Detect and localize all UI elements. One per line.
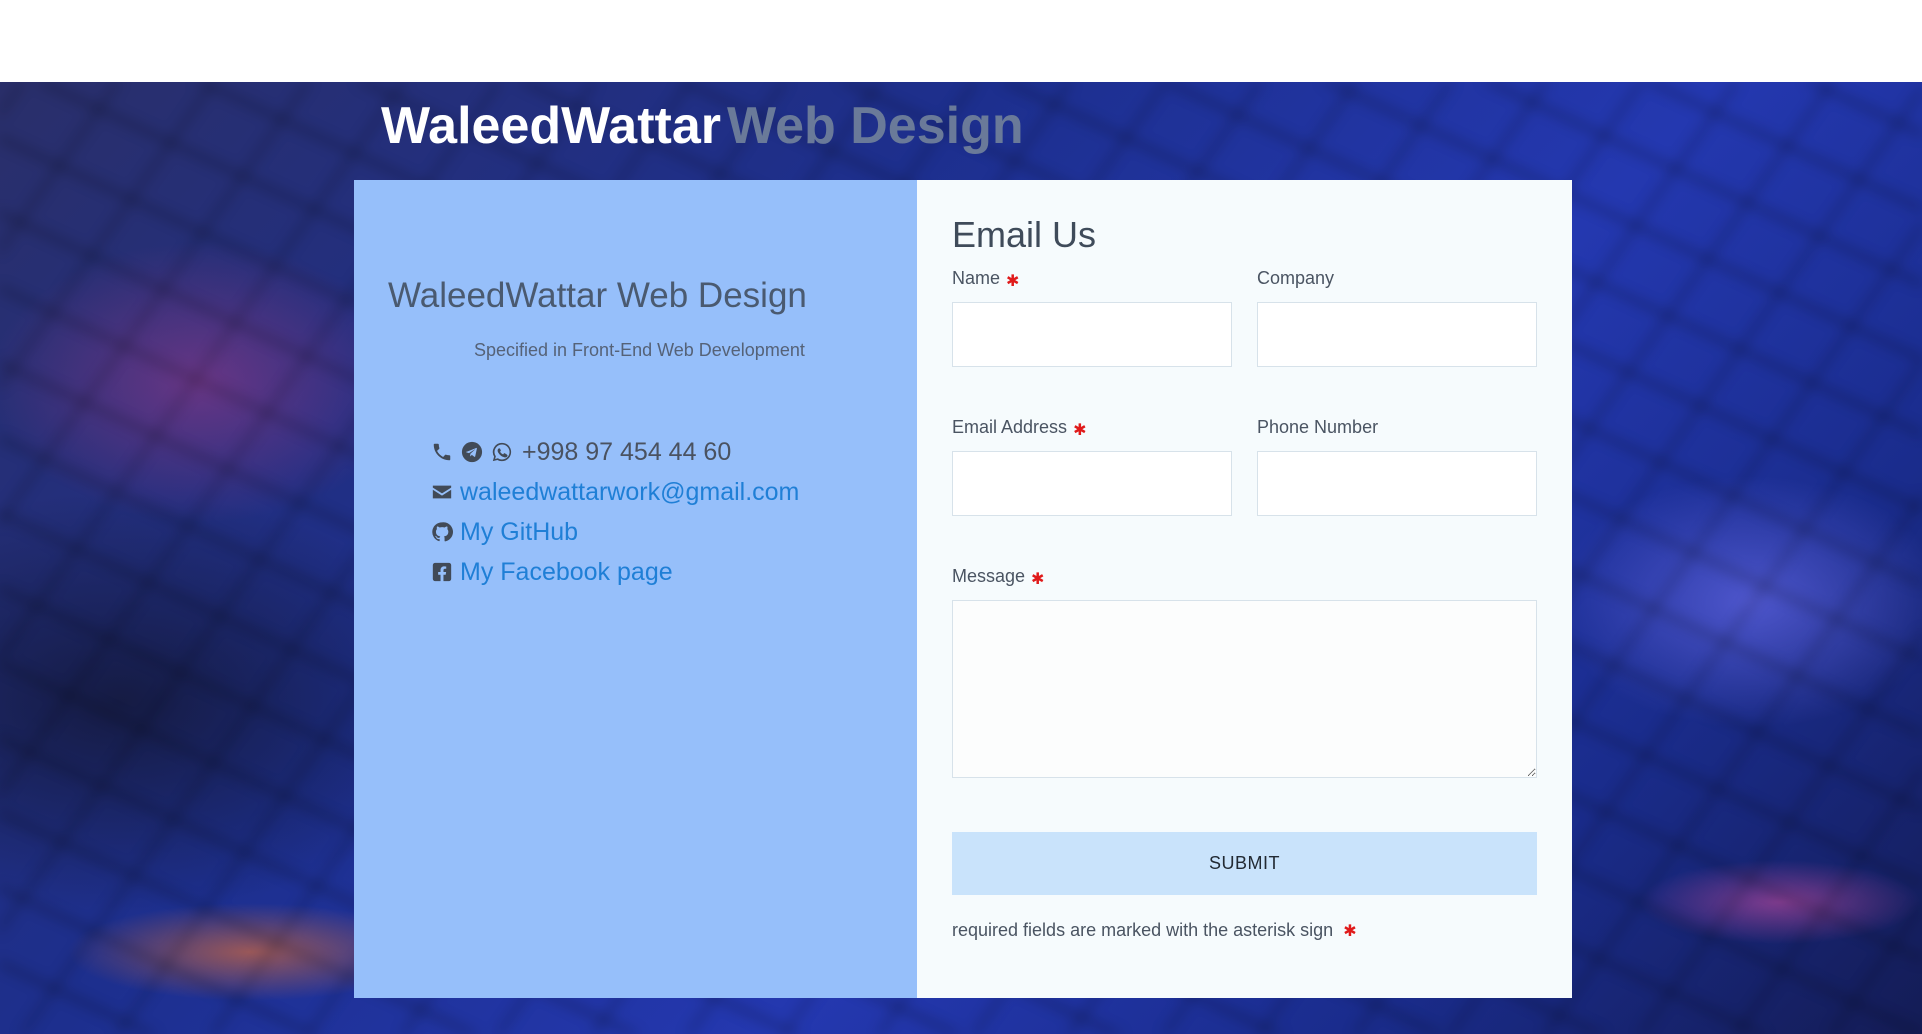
github-icon [430,520,454,544]
phone-field-group: Phone Number [1257,416,1537,516]
facebook-square-icon [430,560,454,584]
email-form-panel: Email Us Name ✱ Company Email Address ✱ Ph… [917,180,1572,998]
required-asterisk-icon: ✱ [1031,571,1045,588]
company-field-group: Company [1257,267,1537,367]
github-link[interactable]: My GitHub [460,518,578,547]
message-field-group: Message ✱ [952,565,1537,778]
required-asterisk-icon: ✱ [1073,422,1087,439]
phone-input[interactable] [1257,451,1537,516]
brand-sub: Web Design [726,97,1024,155]
form-heading: Email Us [952,214,1097,255]
name-field-group: Name ✱ [952,267,1232,367]
message-label-text: Message [952,566,1026,586]
phone-number: +998 97 454 44 60 [522,437,732,466]
brand-main: WaleedWattar [381,97,721,155]
contact-phone-row: +998 97 454 44 60 [430,432,799,472]
info-title: WaleedWattar Web Design [388,276,807,315]
company-input[interactable] [1257,302,1537,367]
contact-facebook-row: My Facebook page [430,552,799,592]
name-label-text: Name [952,268,1001,288]
phone-label: Phone Number [1257,417,1379,437]
info-panel: WaleedWattar Web Design Specified in Fro… [354,180,917,998]
company-label: Company [1257,268,1335,288]
message-label: Message ✱ [952,565,1537,588]
required-note: required fields are marked with the aste… [952,920,1357,941]
required-asterisk-icon: ✱ [1343,923,1357,940]
envelope-icon [430,480,454,504]
facebook-link[interactable]: My Facebook page [460,558,673,587]
whatsapp-icon[interactable] [490,440,514,464]
site-brand: WaleedWattar Web Design [381,96,1024,156]
required-asterisk-icon: ✱ [1006,273,1020,290]
name-label: Name ✱ [952,267,1232,290]
contact-github-row: My GitHub [430,512,799,552]
email-field-group: Email Address ✱ [952,416,1232,516]
info-tagline: Specified in Front-End Web Development [474,340,805,360]
email-input[interactable] [952,451,1232,516]
message-textarea[interactable] [952,600,1537,778]
phone-icon [430,440,454,464]
contact-card: WaleedWattar Web Design Specified in Fro… [354,180,1572,998]
email-label-text: Email Address [952,417,1068,437]
contact-email-row: waleedwattarwork@gmail.com [430,472,799,512]
telegram-icon[interactable] [460,440,484,464]
required-note-text: required fields are marked with the aste… [952,920,1334,940]
contact-list: +998 97 454 44 60 waleedwattarwork@gmail… [430,432,799,592]
submit-button[interactable]: SUBMIT [952,832,1537,895]
email-label: Email Address ✱ [952,416,1232,439]
email-link[interactable]: waleedwattarwork@gmail.com [460,478,799,507]
name-input[interactable] [952,302,1232,367]
